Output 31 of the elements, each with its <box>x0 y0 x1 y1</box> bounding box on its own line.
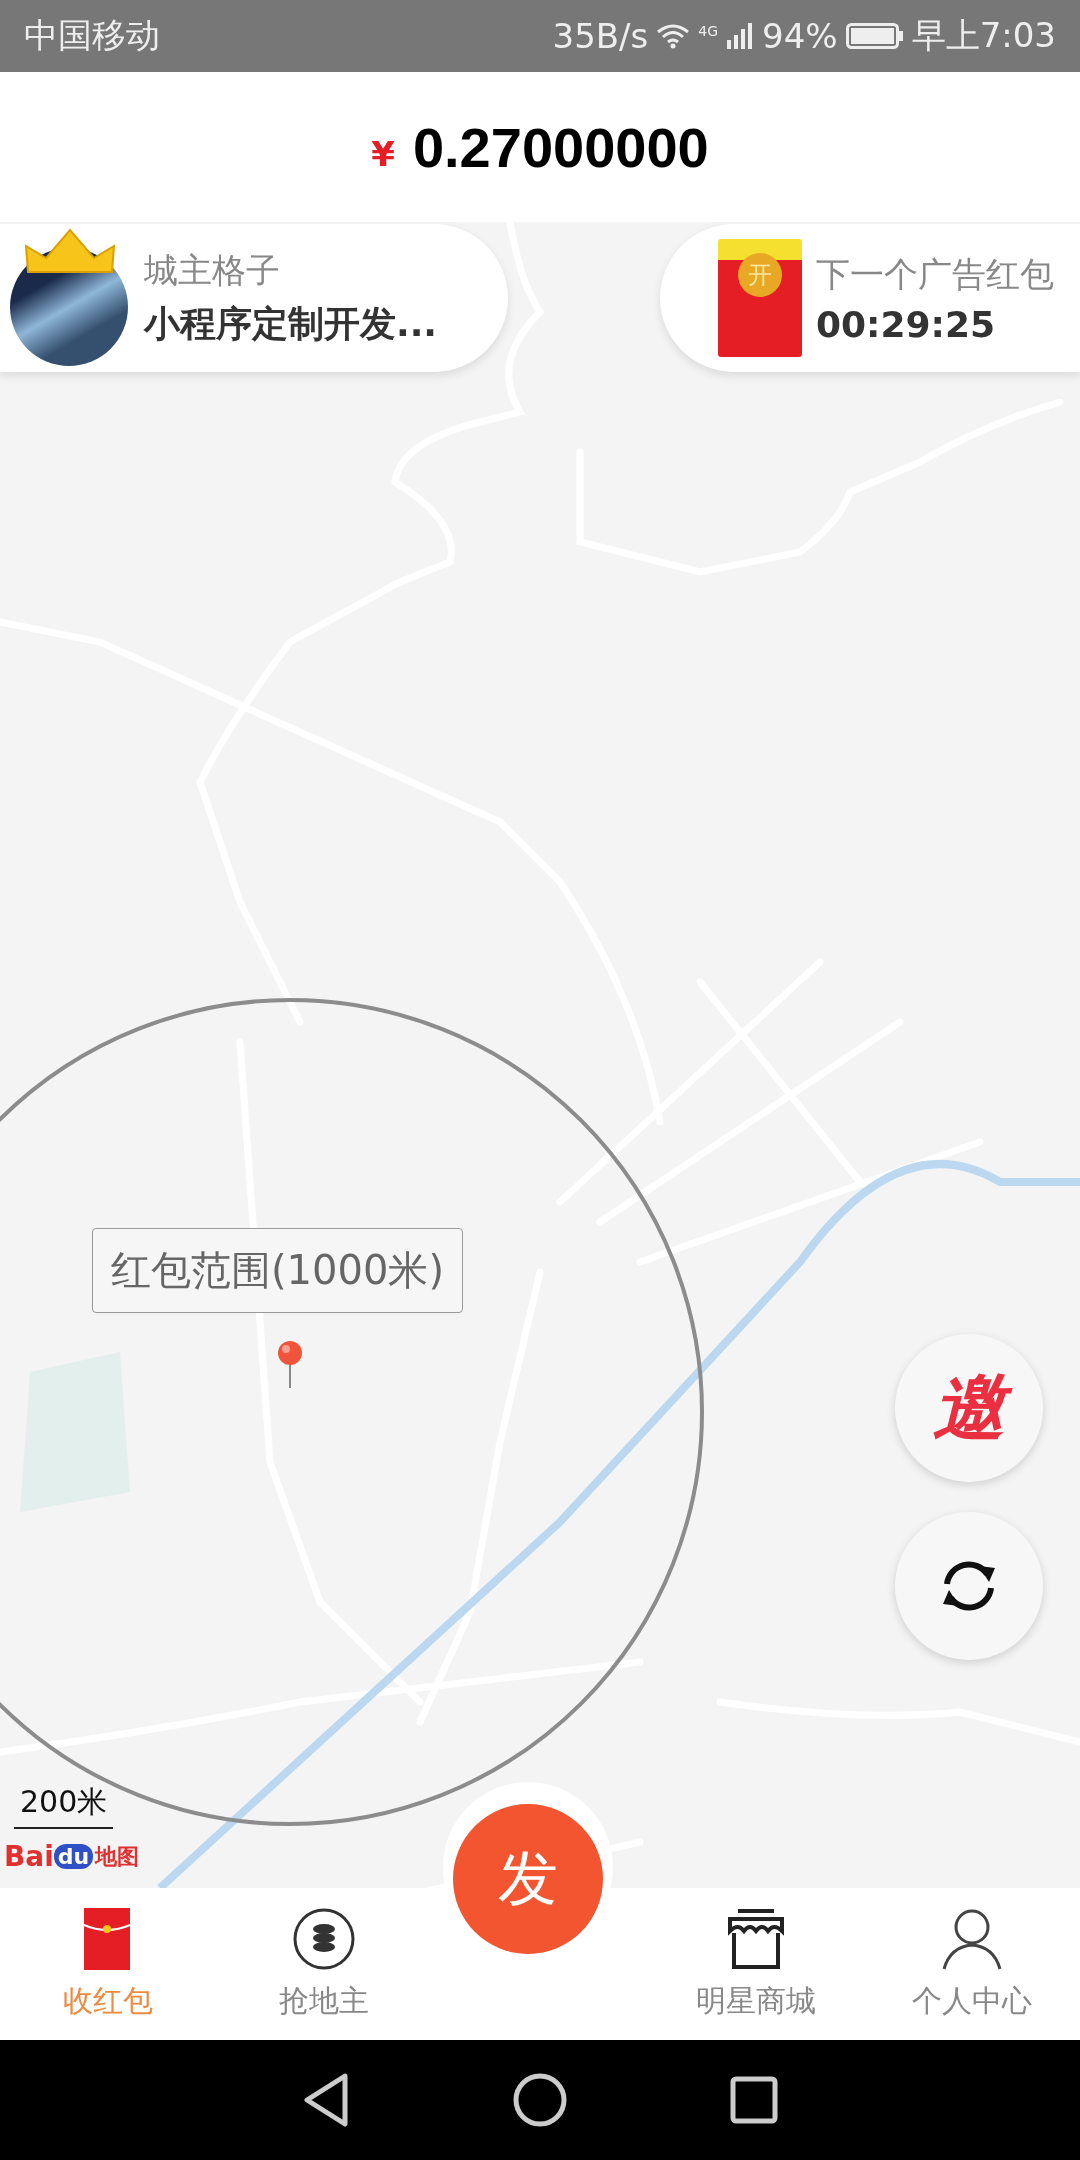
tab[interactable]: 个人中心 <box>864 1888 1080 2040</box>
envelope-coin: 开 <box>738 253 782 297</box>
battery-icon <box>845 23 904 49</box>
ad-card[interactable]: 开 下一个广告红包 00:29:25 <box>660 224 1080 372</box>
tab[interactable]: 明星商城 <box>648 1888 864 2040</box>
invite-button[interactable]: 邀 <box>895 1334 1043 1482</box>
balance-amount: 0.27000000 <box>412 114 709 180</box>
coin-stack-icon <box>292 1906 356 1971</box>
lord-card[interactable]: 城主格子 小程序定制开发... <box>0 224 508 372</box>
network-speed: 35B/s <box>552 16 649 56</box>
recents-icon[interactable] <box>729 2075 780 2125</box>
tab[interactable]: 抢地主 <box>216 1888 432 2040</box>
home-icon[interactable] <box>512 2072 568 2128</box>
clock-time: 早上7:03 <box>911 14 1056 57</box>
network-type: 4G <box>698 23 719 39</box>
carrier-name: 中国移动 <box>24 14 160 57</box>
map-scale: 200米 <box>20 1784 108 1819</box>
location-pin-icon <box>276 1340 304 1390</box>
range-tooltip: 红包范围(1000米) <box>92 1228 463 1313</box>
ad-label: 下一个广告红包 <box>816 252 1054 296</box>
map-logo: Bai du 地图 <box>4 1840 140 1873</box>
lord-name: 小程序定制开发... <box>144 301 438 346</box>
lord-title: 城主格子 <box>144 248 281 292</box>
battery-percent: 94% <box>762 16 838 56</box>
currency-symbol: ¥ <box>371 134 395 174</box>
crown-icon <box>24 228 116 274</box>
signal-icon <box>726 22 755 50</box>
ad-countdown: 00:29:25 <box>816 303 997 345</box>
envelope-icon <box>83 1906 133 1971</box>
wifi-icon <box>656 23 691 49</box>
tab[interactable]: 收红包 <box>0 1888 216 2040</box>
